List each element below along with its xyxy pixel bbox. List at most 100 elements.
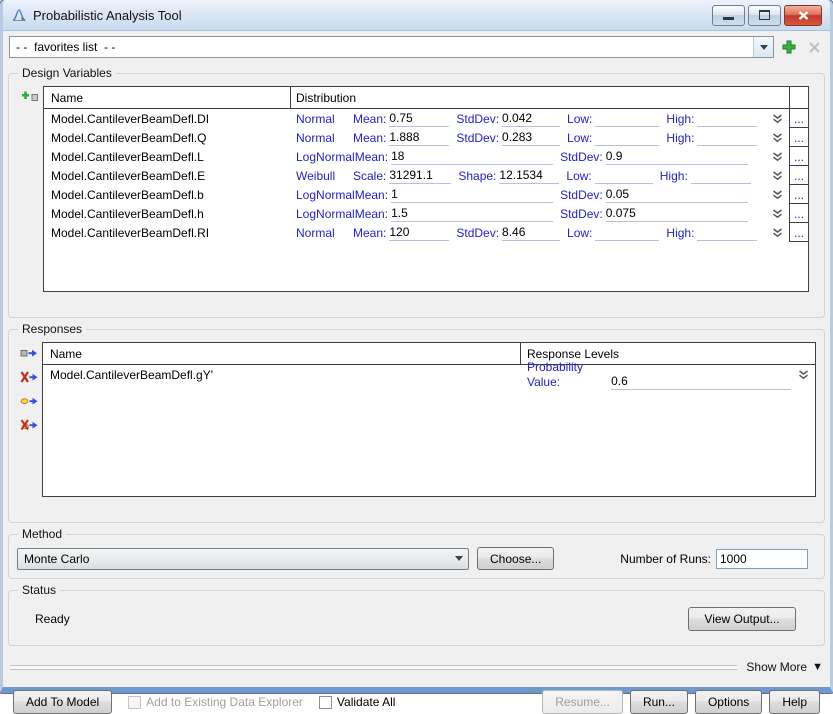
checkbox-box[interactable] xyxy=(128,696,141,709)
param-field[interactable]: 1 xyxy=(391,187,553,203)
choose-button[interactable]: Choose... xyxy=(477,547,554,570)
remove-response-level-button[interactable] xyxy=(20,417,38,433)
add-response-button[interactable] xyxy=(20,345,38,361)
variable-name[interactable]: Model.CantileverBeamDefl.RI xyxy=(44,226,291,240)
add-variable-button[interactable] xyxy=(21,89,39,105)
param-label: High: xyxy=(666,131,694,146)
param-field[interactable]: 31291.1 xyxy=(389,168,451,184)
run-button[interactable]: Run... xyxy=(630,690,688,714)
param-field[interactable]: 0.283 xyxy=(502,130,560,146)
distribution-type[interactable]: Weibull xyxy=(296,169,353,183)
column-header-distribution[interactable]: Distribution xyxy=(291,87,789,108)
table-header: Name Distribution xyxy=(44,87,808,109)
param-field[interactable] xyxy=(697,111,757,127)
variable-name[interactable]: Model.CantileverBeamDefl.b xyxy=(44,188,291,202)
param-field[interactable] xyxy=(697,130,757,146)
param-field[interactable] xyxy=(595,168,653,184)
view-output-button[interactable]: View Output... xyxy=(688,607,796,631)
double-chevron-down-icon[interactable] xyxy=(772,228,783,238)
add-response-level-button[interactable] xyxy=(20,393,38,409)
add-response-icon xyxy=(20,346,38,360)
row-options-button[interactable]: ... xyxy=(789,185,808,204)
param-field[interactable]: 12.1534 xyxy=(499,168,559,184)
param-label: Low: xyxy=(566,169,591,184)
favorites-combobox[interactable]: - - favorites list - - xyxy=(9,36,774,58)
distribution-type[interactable]: Normal xyxy=(296,131,353,145)
table-row: Model.CantileverBeamDefl.Q Normal Mean:1… xyxy=(44,128,808,147)
row-options-button[interactable]: ... xyxy=(789,223,808,242)
table-row: Model.CantileverBeamDefl.E Weibull Scale… xyxy=(44,166,808,185)
double-chevron-down-icon[interactable] xyxy=(798,370,809,380)
combobox-dropdown-button[interactable] xyxy=(449,549,468,569)
show-more-button[interactable]: Show More ▼ xyxy=(746,660,823,674)
column-header-name[interactable]: Name xyxy=(43,343,521,364)
distribution-type[interactable]: Normal xyxy=(296,112,353,126)
param-field[interactable]: 0.75 xyxy=(389,111,449,127)
column-header-name[interactable]: Name xyxy=(44,87,291,108)
variable-name[interactable]: Model.CantileverBeamDefl.DI xyxy=(44,112,291,126)
param-field[interactable]: 8.46 xyxy=(502,225,560,241)
method-value: Monte Carlo xyxy=(18,552,89,566)
row-options-button[interactable]: ... xyxy=(789,166,808,185)
footer-toolbar: Add To Model Add to Existing Data Explor… xyxy=(13,690,820,714)
method-combobox[interactable]: Monte Carlo xyxy=(17,548,469,570)
window-title: Probabilistic Analysis Tool xyxy=(33,8,182,23)
distribution-type[interactable]: LogNormal xyxy=(296,150,355,164)
param-field[interactable]: 0.9 xyxy=(606,149,748,165)
param-label: Mean: xyxy=(353,112,386,127)
param-field[interactable] xyxy=(691,168,751,184)
distribution-type[interactable]: LogNormal xyxy=(296,188,355,202)
param-field[interactable]: 1.5 xyxy=(391,206,553,222)
maximize-button[interactable] xyxy=(748,5,781,26)
checkbox-box[interactable] xyxy=(319,696,332,709)
response-name[interactable]: Model.CantileverBeamDefl.gY' xyxy=(43,368,521,382)
add-favorite-button[interactable] xyxy=(779,37,799,57)
close-icon xyxy=(798,11,809,20)
row-options-button[interactable]: ... xyxy=(789,204,808,223)
double-chevron-down-icon[interactable] xyxy=(772,152,783,162)
param-field[interactable] xyxy=(595,225,659,241)
variable-name[interactable]: Model.CantileverBeamDefl.L xyxy=(44,150,291,164)
double-chevron-down-icon[interactable] xyxy=(772,114,783,124)
close-button[interactable] xyxy=(784,5,822,26)
row-options-button[interactable]: ... xyxy=(789,128,808,147)
param-field[interactable]: 0.042 xyxy=(502,111,560,127)
variable-name[interactable]: Model.CantileverBeamDefl.Q xyxy=(44,131,291,145)
minimize-button[interactable] xyxy=(712,5,745,26)
param-field[interactable] xyxy=(595,111,659,127)
add-to-model-button[interactable]: Add To Model xyxy=(13,690,112,714)
distribution-type[interactable]: LogNormal xyxy=(296,207,355,221)
resume-button[interactable]: Resume... xyxy=(542,690,623,714)
validate-all-checkbox[interactable]: Validate All xyxy=(319,695,395,709)
double-chevron-down-icon[interactable] xyxy=(772,171,783,181)
double-chevron-down-icon[interactable] xyxy=(772,133,783,143)
remove-response-button[interactable] xyxy=(20,369,38,385)
param-field[interactable]: 0.6 xyxy=(611,374,791,390)
param-field[interactable]: 18 xyxy=(391,149,553,165)
param-label: StdDev: xyxy=(456,112,499,127)
options-button[interactable]: Options xyxy=(695,690,762,714)
number-of-runs-input[interactable]: 1000 xyxy=(716,549,808,569)
double-chevron-down-icon[interactable] xyxy=(772,190,783,200)
combobox-dropdown-button[interactable] xyxy=(753,37,773,57)
row-options-button[interactable]: ... xyxy=(789,109,808,128)
param-field[interactable]: 1.888 xyxy=(389,130,449,146)
add-to-existing-checkbox[interactable]: Add to Existing Data Explorer xyxy=(128,695,303,709)
design-variables-side-toolbar xyxy=(17,86,43,292)
variable-name[interactable]: Model.CantileverBeamDefl.h xyxy=(44,207,291,221)
distribution-type[interactable]: Normal xyxy=(296,226,353,240)
remove-favorite-button[interactable] xyxy=(804,37,824,57)
distribution-cell: Normal Mean:120 StdDev:8.46 Low: High: xyxy=(291,223,789,242)
row-options-button[interactable]: ... xyxy=(789,147,808,166)
param-field[interactable] xyxy=(697,225,757,241)
help-button[interactable]: Help xyxy=(769,690,820,714)
variable-name[interactable]: Model.CantileverBeamDefl.E xyxy=(44,169,291,183)
triangle-down-icon: ▼ xyxy=(812,662,823,673)
double-chevron-down-icon[interactable] xyxy=(772,209,783,219)
param-field[interactable] xyxy=(595,130,659,146)
param-field[interactable]: 120 xyxy=(389,225,449,241)
maximize-icon xyxy=(759,10,770,20)
param-field[interactable]: 0.05 xyxy=(606,187,748,203)
param-label: StdDev: xyxy=(560,207,603,222)
param-field[interactable]: 0.075 xyxy=(606,206,748,222)
